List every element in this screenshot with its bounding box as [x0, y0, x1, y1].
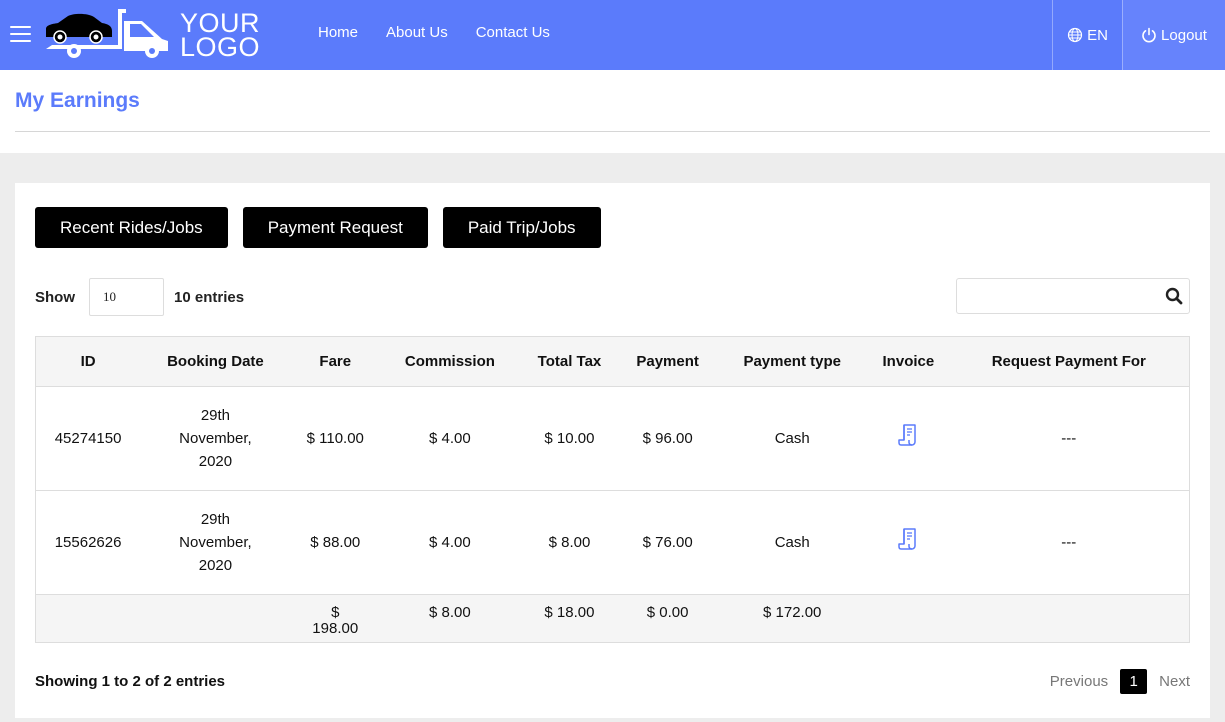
- col-request-payment-for[interactable]: Request Payment For: [948, 336, 1190, 387]
- logo-line-2: LOGO: [180, 32, 261, 62]
- total-fare: $ 198.00: [290, 594, 380, 643]
- total-commission: $ 8.00: [379, 594, 520, 643]
- col-booking-date[interactable]: Booking Date: [140, 336, 291, 387]
- date-line: November,: [179, 534, 252, 551]
- main-nav: Home About Us Contact Us: [318, 24, 578, 41]
- total-date-empty: [140, 594, 291, 643]
- tab-payment-request[interactable]: Payment Request: [242, 207, 428, 248]
- nav-about-us[interactable]: About Us: [386, 24, 448, 41]
- col-invoice[interactable]: Invoice: [868, 336, 949, 387]
- total-payment: $ 0.00: [618, 594, 717, 643]
- total-payment-type: $ 172.00: [716, 594, 869, 643]
- cell-booking-date: 29th November, 2020: [140, 386, 291, 491]
- cell-invoice: [868, 386, 949, 491]
- page-title: My Earnings: [15, 89, 140, 112]
- cell-request-payment-for: ---: [948, 386, 1190, 491]
- nav-contact-us[interactable]: Contact Us: [476, 24, 550, 41]
- search-icon[interactable]: [1165, 287, 1183, 305]
- total-fare-symbol: $: [331, 604, 340, 621]
- top-navbar: YOUR LOGO Home About Us Contact Us EN Lo…: [0, 0, 1225, 70]
- power-icon: [1142, 27, 1156, 43]
- date-line: 2020: [198, 557, 233, 574]
- col-id[interactable]: ID: [35, 336, 141, 387]
- logout-label: Logout: [1161, 26, 1207, 44]
- col-payment-type[interactable]: Payment type: [716, 336, 869, 387]
- cell-invoice: [868, 490, 949, 595]
- cell-total-tax: $ 8.00: [519, 490, 619, 595]
- date-line: 29th: [200, 511, 231, 528]
- cell-fare: $ 88.00: [290, 490, 380, 595]
- tab-paid-trip-jobs[interactable]: Paid Trip/Jobs: [442, 207, 601, 248]
- hamburger-menu-icon[interactable]: [10, 26, 31, 43]
- language-selector[interactable]: EN: [1052, 0, 1122, 70]
- date-line: November,: [179, 430, 252, 447]
- globe-icon: [1067, 27, 1083, 43]
- totals-row: $ 198.00 $ 8.00 $ 18.00 $ 0.00 $ 172.00: [35, 594, 1190, 643]
- search-input[interactable]: [957, 279, 1157, 313]
- total-id-empty: [35, 594, 141, 643]
- earnings-card: Recent Rides/Jobs Payment Request Paid T…: [15, 183, 1210, 718]
- table-header-row: ID Booking Date Fare Commission Total Ta…: [35, 336, 1190, 387]
- pagination-page-current[interactable]: 1: [1120, 669, 1148, 694]
- col-total-tax[interactable]: Total Tax: [519, 336, 619, 387]
- cell-commission: $ 4.00: [379, 386, 520, 491]
- cell-payment-type: Cash: [716, 490, 869, 595]
- date-line: 2020: [198, 453, 233, 470]
- cell-commission: $ 4.00: [379, 490, 520, 595]
- logo[interactable]: YOUR LOGO: [44, 7, 264, 63]
- pagination-next[interactable]: Next: [1149, 673, 1200, 690]
- search-box: [956, 278, 1190, 314]
- col-commission[interactable]: Commission: [379, 336, 520, 387]
- date-line: 29th: [200, 407, 231, 424]
- total-fare-amount: 198.00: [312, 620, 359, 637]
- receipt-icon[interactable]: [897, 527, 919, 551]
- cell-payment: $ 96.00: [618, 386, 717, 491]
- col-payment[interactable]: Payment: [618, 336, 717, 387]
- nav-home[interactable]: Home: [318, 24, 358, 41]
- cell-fare: $ 110.00: [290, 386, 380, 491]
- cell-payment-type: Cash: [716, 386, 869, 491]
- receipt-icon[interactable]: [897, 423, 919, 447]
- entries-length-input[interactable]: [89, 278, 164, 316]
- cell-total-tax: $ 10.00: [519, 386, 619, 491]
- cell-id: 45274150: [35, 386, 141, 491]
- table-row: 15562626 29th November, 2020 $ 88.00 $ 4…: [35, 490, 1190, 595]
- pagination: Previous 1 Next: [1040, 669, 1200, 694]
- tow-truck-icon: [46, 9, 168, 58]
- table-info: Showing 1 to 2 of 2 entries: [35, 673, 226, 690]
- pagination-previous[interactable]: Previous: [1040, 673, 1118, 690]
- cell-booking-date: 29th November, 2020: [140, 490, 291, 595]
- cell-request-payment-for: ---: [948, 490, 1190, 595]
- col-fare[interactable]: Fare: [290, 336, 380, 387]
- title-section: My Earnings: [0, 70, 1225, 153]
- logout-button[interactable]: Logout: [1122, 0, 1225, 70]
- total-tax: $ 18.00: [519, 594, 619, 643]
- logo-text: YOUR LOGO: [180, 10, 261, 62]
- cell-payment: $ 76.00: [618, 490, 717, 595]
- tab-recent-rides-jobs[interactable]: Recent Rides/Jobs: [35, 207, 228, 248]
- show-label: Show: [35, 288, 75, 306]
- entries-length: Show 10 entries: [35, 278, 244, 316]
- entries-suffix-label: 10 entries: [174, 288, 245, 306]
- divider: [15, 131, 1210, 132]
- language-label: EN: [1087, 26, 1108, 44]
- total-request-empty: [948, 594, 1190, 643]
- earnings-table: ID Booking Date Fare Commission Total Ta…: [35, 336, 1190, 643]
- earnings-tabs: Recent Rides/Jobs Payment Request Paid T…: [35, 207, 616, 248]
- total-invoice-empty: [868, 594, 949, 643]
- cell-id: 15562626: [35, 490, 141, 595]
- header-actions: EN Logout: [1052, 0, 1225, 70]
- table-row: 45274150 29th November, 2020 $ 110.00 $ …: [35, 386, 1190, 491]
